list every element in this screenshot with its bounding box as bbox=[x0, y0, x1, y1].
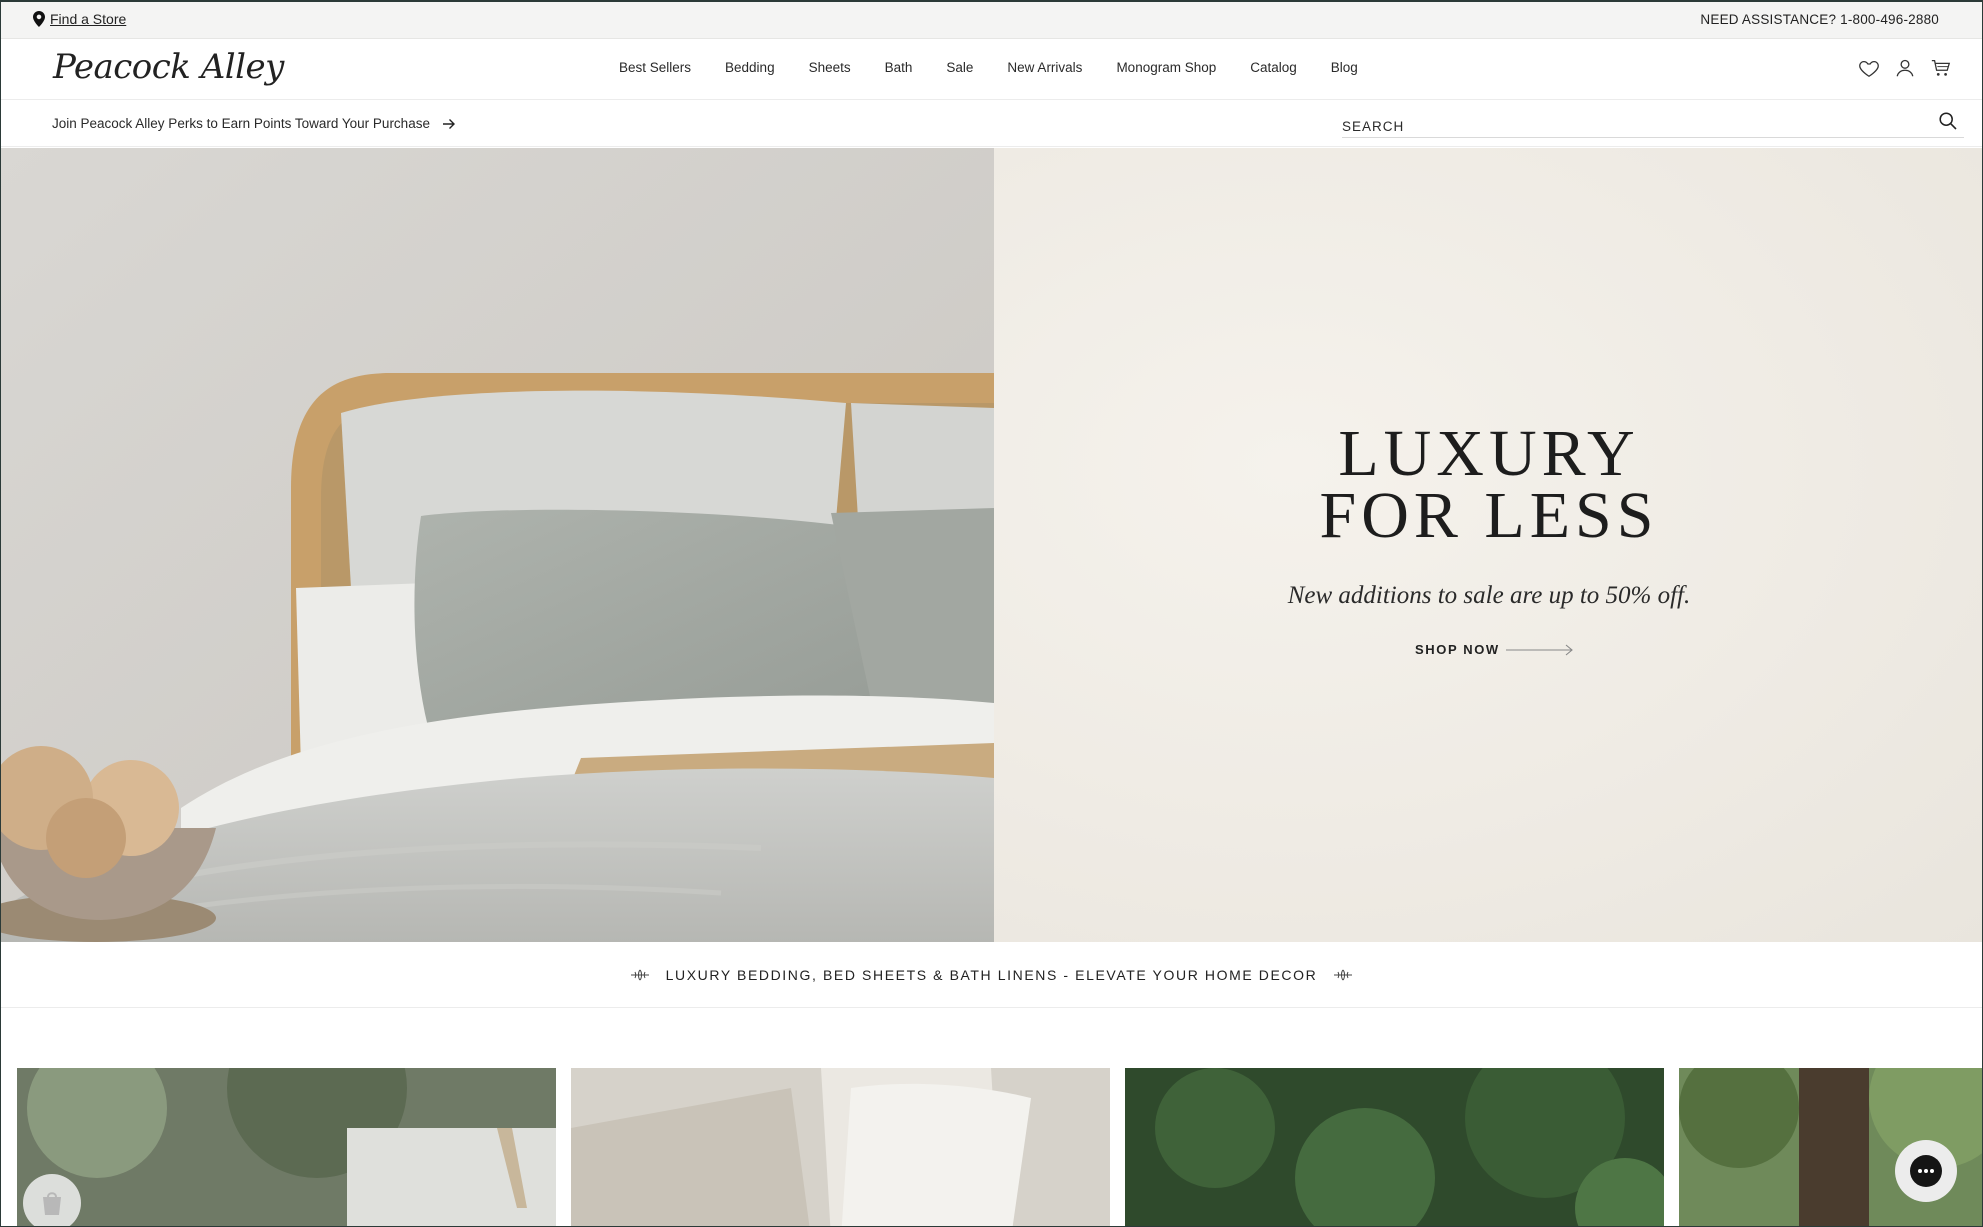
shopify-badge[interactable] bbox=[23, 1174, 81, 1226]
nav-monogram-shop[interactable]: Monogram Shop bbox=[1116, 60, 1216, 75]
hero-title-line1: LUXURY bbox=[1338, 417, 1640, 490]
assistance-phone[interactable]: NEED ASSISTANCE? 1-800-496-2880 bbox=[1700, 12, 1939, 27]
nav-sale[interactable]: Sale bbox=[946, 60, 973, 75]
heart-icon[interactable] bbox=[1858, 57, 1880, 79]
nav-new-arrivals[interactable]: New Arrivals bbox=[1007, 60, 1082, 75]
nav-sheets[interactable]: Sheets bbox=[809, 60, 851, 75]
chat-button[interactable] bbox=[1895, 1140, 1957, 1202]
category-tile[interactable] bbox=[571, 1068, 1110, 1226]
logo-text: Peacock Alley bbox=[53, 47, 284, 87]
hero-copy-panel: LUXURY FOR LESS New additions to sale ar… bbox=[994, 148, 1982, 942]
brand-logo[interactable]: Peacock Alley bbox=[53, 47, 284, 87]
tagline-bar: LUXURY BEDDING, BED SHEETS & BATH LINENS… bbox=[1, 942, 1982, 1008]
shop-now-label[interactable]: SHOP NOW bbox=[1415, 642, 1500, 657]
search-box bbox=[1342, 112, 1964, 138]
tagline-text: LUXURY BEDDING, BED SHEETS & BATH LINENS… bbox=[665, 966, 1318, 983]
search-input[interactable] bbox=[1342, 112, 1902, 136]
find-store-label[interactable]: Find a Store bbox=[50, 11, 126, 27]
nav-catalog[interactable]: Catalog bbox=[1250, 60, 1297, 75]
shopping-bag-icon bbox=[43, 1192, 61, 1215]
shop-now-button[interactable]: SHOP NOW bbox=[1415, 642, 1574, 657]
hero-title: LUXURY FOR LESS bbox=[994, 417, 1982, 552]
main-nav: Best Sellers Bedding Sheets Bath Sale Ne… bbox=[619, 60, 1392, 75]
ornament-icon bbox=[1334, 969, 1353, 980]
account-icon[interactable] bbox=[1894, 57, 1916, 79]
location-pin-icon bbox=[33, 11, 45, 27]
main-header: Peacock Alley Best Sellers Bedding Sheet… bbox=[1, 39, 1982, 100]
long-arrow-icon bbox=[1505, 644, 1573, 655]
ornament-icon bbox=[630, 969, 649, 980]
search-icon[interactable] bbox=[1938, 111, 1958, 131]
category-tile[interactable] bbox=[1125, 1068, 1664, 1226]
hero-title-line2: FOR LESS bbox=[1319, 479, 1659, 552]
hero-banner[interactable]: LUXURY FOR LESS New additions to sale ar… bbox=[1, 148, 1982, 942]
chat-bubble-icon bbox=[1910, 1155, 1942, 1187]
cart-icon[interactable] bbox=[1930, 57, 1952, 79]
category-tiles bbox=[17, 1068, 1982, 1226]
utility-bar: Find a Store NEED ASSISTANCE? 1-800-496-… bbox=[1, 2, 1982, 39]
arrow-right-icon bbox=[442, 118, 455, 129]
hero-bed-image[interactable] bbox=[1, 148, 994, 942]
category-tile[interactable] bbox=[17, 1068, 556, 1226]
nav-blog[interactable]: Blog bbox=[1331, 60, 1358, 75]
perks-link[interactable]: Join Peacock Alley Perks to Earn Points … bbox=[52, 116, 456, 131]
find-store-link[interactable]: Find a Store bbox=[33, 11, 126, 27]
hero-subtitle: New additions to sale are up to 50% off. bbox=[1287, 582, 1691, 609]
nav-bedding[interactable]: Bedding bbox=[725, 60, 775, 75]
header-icons bbox=[1858, 57, 1952, 79]
perks-text[interactable]: Join Peacock Alley Perks to Earn Points … bbox=[52, 116, 430, 131]
perks-search-bar: Join Peacock Alley Perks to Earn Points … bbox=[1, 100, 1982, 147]
nav-bath[interactable]: Bath bbox=[885, 60, 913, 75]
nav-best-sellers[interactable]: Best Sellers bbox=[619, 60, 691, 75]
page-frame: Find a Store NEED ASSISTANCE? 1-800-496-… bbox=[0, 0, 1983, 1227]
